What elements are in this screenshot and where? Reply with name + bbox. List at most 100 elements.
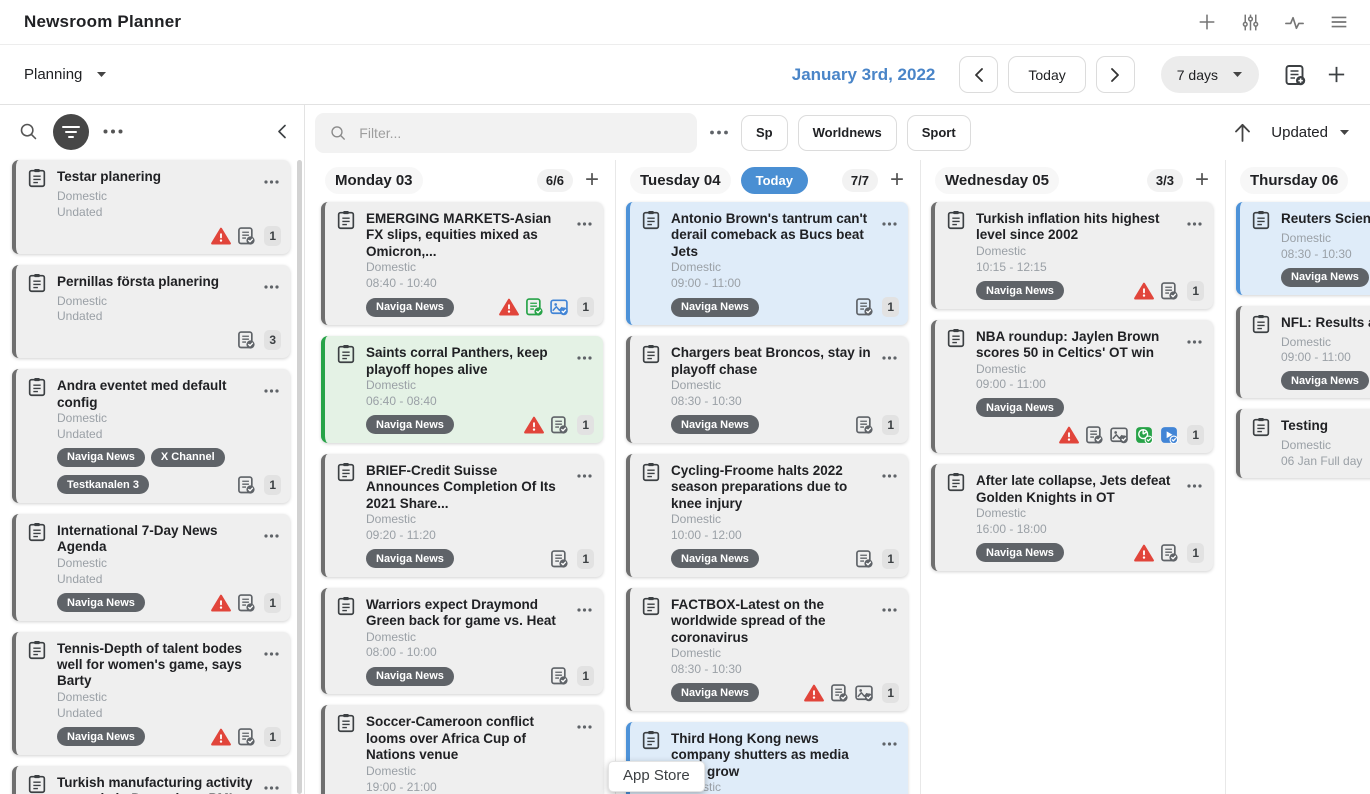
card-section: Domestic <box>57 411 281 427</box>
filter-search-box <box>315 113 697 153</box>
card-menu-button[interactable] <box>264 272 281 292</box>
settings-button[interactable] <box>1240 12 1261 33</box>
card-menu-button[interactable] <box>1187 471 1204 491</box>
sidebar: Testar planering Domestic Undated 1 Pern… <box>0 105 305 794</box>
card-menu-button[interactable] <box>882 461 899 481</box>
card-menu-button[interactable] <box>882 343 899 363</box>
planning-card[interactable]: Antonio Brown's tantrum can't derail com… <box>626 202 908 325</box>
card-menu-button[interactable] <box>882 209 899 229</box>
card-menu-button[interactable] <box>1187 327 1204 347</box>
planning-card[interactable]: EMERGING MARKETS-Asian FX slips, equitie… <box>321 202 603 325</box>
card-title: Saints corral Panthers, keep playoff hop… <box>366 343 568 378</box>
sidebar-filter-button[interactable] <box>53 114 89 150</box>
sidebar-collapse-button[interactable] <box>277 124 286 139</box>
card-section: Domestic <box>57 189 281 205</box>
chevron-left-icon <box>277 124 286 139</box>
filter-chip-sport[interactable]: Sport <box>907 115 971 151</box>
next-period-button[interactable] <box>1096 56 1135 93</box>
day-column: Monday 03 6/6+ EMERGING MARKETS-Asian FX… <box>311 160 616 794</box>
card-menu-button[interactable] <box>264 521 281 541</box>
range-selector[interactable]: 7 days <box>1161 56 1259 93</box>
prev-period-button[interactable] <box>959 56 998 93</box>
planning-card[interactable]: Saints corral Panthers, keep playoff hop… <box>321 336 603 443</box>
card-menu-button[interactable] <box>577 712 594 732</box>
planning-card[interactable]: Tennis-Depth of talent bodes well for wo… <box>12 632 290 755</box>
planning-card[interactable]: BRIEF-Credit Suisse Announces Completion… <box>321 454 603 577</box>
card-menu-button[interactable] <box>264 773 281 793</box>
event-clipboard-icon <box>26 773 48 794</box>
planning-card[interactable]: International 7-Day News Agenda Domestic… <box>12 514 290 621</box>
channel-badge: Naviga News <box>366 298 454 317</box>
search-icon <box>18 121 39 142</box>
card-section: Domestic <box>366 260 594 276</box>
card-menu-button[interactable] <box>264 376 281 396</box>
card-menu-button[interactable] <box>882 729 899 749</box>
current-date[interactable]: January 3rd, 2022 <box>792 65 936 85</box>
card-menu-button[interactable] <box>882 595 899 615</box>
event-clipboard-icon <box>640 343 662 365</box>
card-more-icon <box>1187 484 1202 488</box>
card-section: Domestic <box>366 630 594 646</box>
main-menu-button[interactable] <box>1328 11 1350 33</box>
planning-card[interactable]: Andra eventet med default config Domesti… <box>12 369 290 503</box>
planning-card[interactable]: Chargers beat Broncos, stay in playoff c… <box>626 336 908 443</box>
date-toolbar: Planning January 3rd, 2022 Today 7 days <box>0 45 1370 105</box>
planning-card[interactable]: NFL: Results and Domestic 09:00 - 11:00 … <box>1236 306 1370 399</box>
warning-icon <box>524 416 544 434</box>
card-menu-button[interactable] <box>577 461 594 481</box>
card-menu-button[interactable] <box>577 595 594 615</box>
new-agenda-button[interactable] <box>1283 63 1307 87</box>
quick-add-button[interactable] <box>1196 11 1218 33</box>
card-menu-button[interactable] <box>1187 209 1204 229</box>
app-header: Newsroom Planner <box>0 0 1370 45</box>
planning-card[interactable]: Turkish manufacturing activity expands i… <box>12 766 290 794</box>
sort-direction-button[interactable] <box>1234 123 1251 142</box>
card-time: 09:20 - 11:20 <box>366 528 594 544</box>
card-menu-button[interactable] <box>264 167 281 187</box>
filter-more-button[interactable] <box>710 130 728 135</box>
card-menu-button[interactable] <box>577 209 594 229</box>
channel-badge: Naviga News <box>671 549 759 568</box>
filter-chip-sp[interactable]: Sp <box>741 115 788 151</box>
sidebar-more-button[interactable] <box>103 129 123 134</box>
planning-card[interactable]: Warriors expect Draymond Green back for … <box>321 588 603 695</box>
card-menu-button[interactable] <box>577 343 594 363</box>
view-selector[interactable]: Planning <box>24 66 107 83</box>
sidebar-scrollbar[interactable] <box>297 160 302 794</box>
column-add-button[interactable]: + <box>1193 168 1211 192</box>
planning-card[interactable]: Testar planering Domestic Undated 1 <box>12 160 290 254</box>
search-icon <box>329 123 347 143</box>
planning-card[interactable]: Pernillas första planering Domestic Unda… <box>12 265 290 359</box>
today-button[interactable]: Today <box>1008 56 1085 93</box>
planning-card[interactable]: NBA roundup: Jaylen Brown scores 50 in C… <box>931 320 1213 454</box>
activity-button[interactable] <box>1283 11 1306 34</box>
sort-by-selector[interactable]: Updated <box>1271 124 1350 141</box>
planning-card[interactable]: Testing Domestic 06 Jan Full day <box>1236 409 1370 478</box>
create-button[interactable] <box>1325 63 1348 86</box>
event-clipboard-icon <box>640 209 662 231</box>
note-check-icon <box>549 415 569 435</box>
sidebar-search-button[interactable] <box>18 121 39 142</box>
card-section: Domestic <box>366 512 594 528</box>
column-add-button[interactable]: + <box>888 168 906 192</box>
planning-card[interactable]: After late collapse, Jets defeat Golden … <box>931 464 1213 571</box>
filter-input[interactable] <box>359 125 683 141</box>
column-day-label: Thursday 06 <box>1240 167 1348 194</box>
planning-card[interactable]: Cycling-Froome halts 2022 season prepara… <box>626 454 908 577</box>
note-check-icon <box>1159 281 1179 301</box>
channel-badge: Naviga News <box>1281 268 1369 287</box>
planning-card[interactable]: Soccer-Cameroon conflict looms over Afri… <box>321 705 603 794</box>
planning-card[interactable]: Reuters Science Domestic 08:30 - 10:30 N… <box>1236 202 1370 295</box>
note-check-icon <box>236 593 256 613</box>
planning-card[interactable]: FACTBOX-Latest on the worldwide spread o… <box>626 588 908 711</box>
card-more-icon <box>577 222 592 226</box>
note-check-icon <box>829 683 849 703</box>
channel-badge: Naviga News <box>57 448 145 467</box>
card-title: FACTBOX-Latest on the worldwide spread o… <box>671 595 873 646</box>
planning-card[interactable]: Turkish inflation hits highest level sin… <box>931 202 1213 309</box>
column-day-label: Tuesday 04 <box>630 167 731 194</box>
count-badge: 1 <box>264 593 281 613</box>
column-add-button[interactable]: + <box>583 168 601 192</box>
card-menu-button[interactable] <box>264 639 281 659</box>
filter-chip-worldnews[interactable]: Worldnews <box>798 115 897 151</box>
